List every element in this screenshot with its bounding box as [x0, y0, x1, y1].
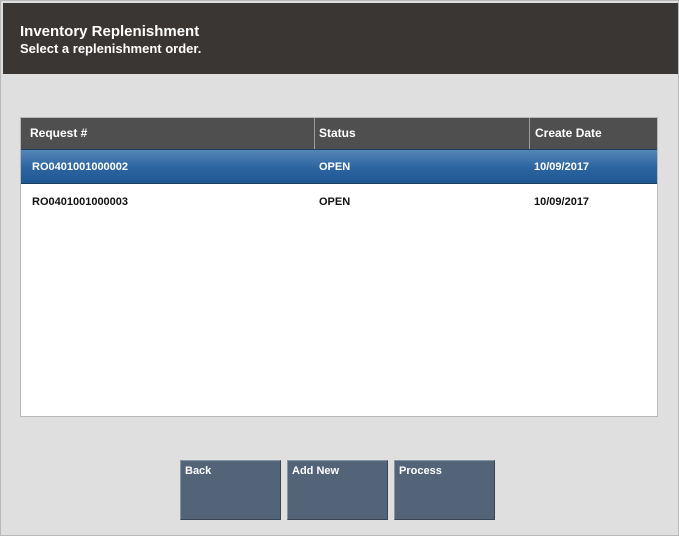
cell-status: OPEN [319, 161, 351, 173]
column-header-status[interactable]: Status [315, 118, 530, 149]
page-subtitle: Select a replenishment order. [20, 41, 202, 56]
window-frame: Inventory Replenishment Select a repleni… [0, 0, 679, 536]
cell-request-number: RO0401001000002 [32, 161, 129, 173]
column-header-request[interactable]: Request # [21, 118, 315, 149]
table-row[interactable]: RO0401001000002 OPEN 10/09/2017 [21, 149, 657, 184]
process-button[interactable]: Process [394, 460, 495, 520]
cell-create-date: 10/09/2017 [534, 196, 590, 208]
column-header-create-date[interactable]: Create Date [530, 118, 657, 149]
cell-status: OPEN [319, 196, 351, 208]
table-header: Request # Status Create Date [21, 118, 657, 149]
add-new-button[interactable]: Add New [287, 460, 388, 520]
page-header: Inventory Replenishment Select a repleni… [3, 3, 678, 74]
cell-create-date: 10/09/2017 [534, 161, 590, 173]
back-button[interactable]: Back [180, 460, 281, 520]
replenishment-order-table: Request # Status Create Date RO040100100… [20, 117, 658, 417]
table-row[interactable]: RO0401001000003 OPEN 10/09/2017 [21, 185, 657, 220]
page-title: Inventory Replenishment [20, 23, 200, 40]
cell-request-number: RO0401001000003 [32, 196, 129, 208]
